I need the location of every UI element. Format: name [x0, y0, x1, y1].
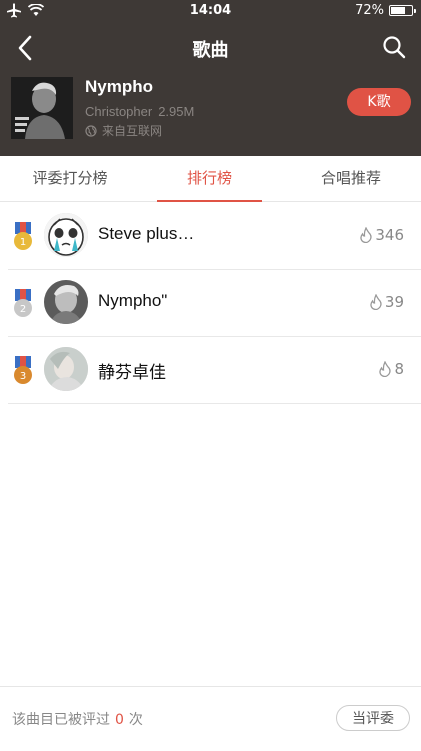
status-right: 72%	[355, 3, 416, 18]
ranking-score-value: 346	[375, 226, 404, 244]
ranking-name: Nympho"	[98, 291, 168, 310]
medal-rank: 3	[20, 371, 26, 382]
battery-percent: 72%	[355, 3, 384, 18]
gold-medal-icon: 1	[14, 222, 32, 250]
song-title: Nympho	[85, 77, 153, 96]
judged-suffix: 次	[128, 712, 143, 728]
avatar[interactable]	[44, 213, 88, 257]
tab-ranking[interactable]: 排行榜	[157, 156, 262, 201]
ranking-name: Steve plus…	[98, 224, 195, 243]
flame-icon	[360, 227, 373, 243]
medal-rank: 2	[20, 304, 26, 315]
avatar-cartoon	[44, 213, 88, 257]
ranking-score: 8	[378, 360, 404, 378]
judged-prefix: 该曲目已被评过	[12, 712, 110, 728]
globe-icon	[85, 124, 97, 137]
navbar: 歌曲	[0, 28, 421, 68]
flame-icon	[379, 361, 392, 377]
song-source: 来自互联网	[85, 122, 162, 139]
judged-count-text: 该曲目已被评过 0 次	[12, 709, 143, 729]
avatar-photo	[44, 280, 88, 324]
ranking-score: 39	[369, 293, 404, 311]
album-cover-art	[11, 77, 73, 139]
page-title: 歌曲	[192, 40, 229, 61]
footer-bar: 该曲目已被评过 0 次 当评委	[0, 686, 421, 751]
song-source-text: 来自互联网	[102, 124, 163, 138]
ranking-score-value: 39	[384, 293, 404, 311]
bronze-medal-icon: 3	[14, 356, 32, 384]
avatar[interactable]	[44, 280, 88, 324]
tab-bar: 评委打分榜 排行榜 合唱推荐	[0, 156, 421, 202]
silver-medal-icon: 2	[14, 289, 32, 317]
ranking-name: 静芬卓佳	[98, 363, 166, 382]
battery-fill	[391, 7, 405, 14]
song-artist: Christopher	[85, 104, 153, 119]
medal-rank: 1	[20, 237, 26, 248]
judged-count: 0	[115, 712, 124, 728]
tab-judge-ranking[interactable]: 评委打分榜	[0, 156, 140, 201]
tab-chorus[interactable]: 合唱推荐	[281, 156, 421, 201]
header: 14:04 72% 歌曲 Nympho Christopher 2.95M 来自…	[0, 0, 421, 156]
become-judge-button[interactable]: 当评委	[336, 705, 410, 731]
karaoke-button[interactable]: K歌	[347, 88, 411, 116]
ranking-row[interactable]: 1 Steve plus… 346	[8, 202, 421, 270]
battery-icon	[389, 5, 416, 16]
flame-icon	[370, 294, 382, 310]
ranking-row[interactable]: 2 Nympho" 39	[8, 269, 421, 337]
ranking-score-value: 8	[394, 360, 404, 378]
song-meta: Christopher 2.95M	[85, 104, 200, 119]
status-bar: 14:04 72%	[0, 0, 421, 22]
search-icon[interactable]	[381, 34, 407, 60]
avatar[interactable]	[44, 347, 88, 391]
ranking-score: 346	[359, 226, 404, 244]
ranking-row[interactable]: 3 静芬卓佳 8	[8, 336, 421, 404]
avatar-photo	[44, 347, 88, 391]
song-info: Nympho Christopher 2.95M 来自互联网 K歌	[11, 77, 411, 139]
album-cover[interactable]	[11, 77, 73, 139]
song-plays: 2.95M	[158, 104, 195, 119]
battery-nub	[414, 9, 416, 13]
